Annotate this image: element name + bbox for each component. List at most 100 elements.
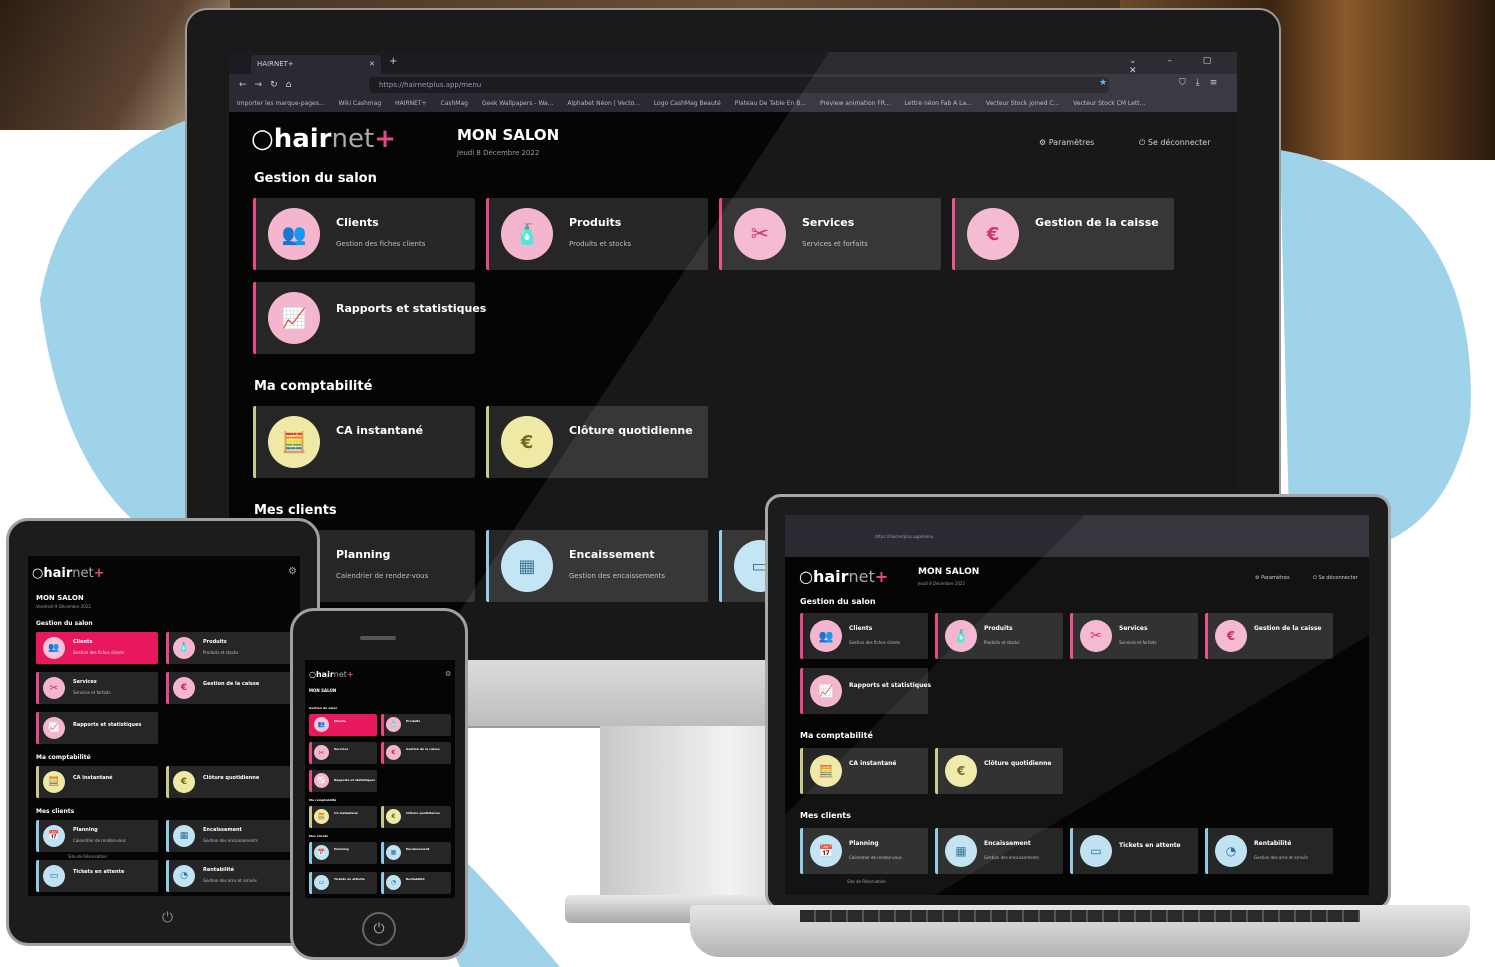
- logout-link[interactable]: ⏻ Se déconnecter: [1139, 138, 1211, 148]
- card-tickets[interactable]: ▭ Tickets en attente: [309, 872, 377, 894]
- card-cloture[interactable]: € Clôture quotidienne: [935, 748, 1063, 794]
- card-clients[interactable]: 👥 Clients Gestion des fiches clients: [253, 198, 475, 270]
- nav-icons[interactable]: ←→↻⌂: [239, 80, 299, 90]
- gear-icon[interactable]: ⚙: [445, 670, 451, 678]
- url-input[interactable]: https://hairnetplus.app/menu: [369, 77, 1109, 93]
- phone-screen: ○hairnet+ ⚙ MON SALON Gestion du salon 👥…: [305, 660, 455, 898]
- card-rapports[interactable]: 📈 Rapports et statistiques: [36, 712, 158, 744]
- bookmark-item[interactable]: Vecteur Stock CM Lett...: [1073, 100, 1145, 107]
- card-desc: Produits et stocks: [203, 650, 239, 655]
- card-title: Planning: [334, 847, 349, 851]
- logout-link[interactable]: ⏻ Se déconnecter: [1313, 575, 1358, 581]
- card-rapports[interactable]: 📈 Rapports et statistiques: [253, 282, 486, 354]
- card-rapports[interactable]: 📈 Rapports et statistiques: [309, 770, 377, 792]
- bookmark-item[interactable]: Wiki Cashmag: [338, 100, 381, 107]
- card-caisse[interactable]: € Gestion de la caisse: [1205, 613, 1333, 659]
- phone-speaker: [360, 636, 396, 640]
- card-services[interactable]: ✂ Services Services et forfaits: [719, 198, 941, 270]
- bookmark-item[interactable]: HAIRNET+: [395, 100, 427, 107]
- bookmark-item[interactable]: Preview animation FR...: [820, 100, 890, 107]
- card-planning[interactable]: 📅 Planning Calendrier de rendez-vous: [800, 828, 928, 874]
- toolbar-icons[interactable]: ⛉⤓≡: [1179, 78, 1227, 88]
- card-title: Gestion de la caisse: [203, 681, 260, 687]
- logout-label: Se déconnecter: [1318, 575, 1358, 581]
- card-encaissement[interactable]: ▦ Encaissement Gestion des encaissements: [486, 530, 708, 602]
- chart-icon: 📈: [810, 675, 842, 707]
- card-rentabilite[interactable]: ◔ Rentabilité Gestion des arns et arrivé…: [166, 860, 292, 892]
- logo-plus: +: [93, 566, 105, 581]
- settings-link[interactable]: ⚙ Paramètres: [1039, 138, 1094, 147]
- card-title: Clôture quotidienne: [569, 424, 693, 437]
- card-ca-instantane[interactable]: 🧮 CA instantané: [253, 406, 475, 478]
- card-clients[interactable]: 👥 Clients Gestion des fiches clients: [36, 632, 158, 664]
- card-encaissement[interactable]: ▦ Encaissement: [381, 842, 451, 864]
- card-clients[interactable]: 👥 Clients: [309, 714, 377, 736]
- url-input[interactable]: https://hairnetplus.app/menu: [875, 534, 933, 539]
- card-cloture[interactable]: € Clôture quotidienne: [486, 406, 708, 478]
- card-title: Services: [1119, 625, 1148, 632]
- card-encaissement[interactable]: ▦ Encaissement Gestion des encaissements: [935, 828, 1063, 874]
- settings-link[interactable]: ⚙ Paramètres: [1255, 575, 1290, 581]
- card-services[interactable]: ✂ Services Services et forfaits: [36, 672, 158, 704]
- logo-bold: hair: [43, 566, 73, 581]
- gear-icon[interactable]: ⚙: [288, 566, 297, 577]
- section-title-clients: Mes clients: [800, 811, 851, 820]
- tablet-home-button[interactable]: ⏻: [162, 910, 173, 926]
- app-logo[interactable]: ○hairnet+: [32, 566, 105, 581]
- bookmark-item[interactable]: Lettre néon Fab A La...: [904, 100, 972, 107]
- bookmark-item[interactable]: CashMag: [441, 100, 468, 107]
- window-controls[interactable]: ⌄ – ▢ ✕: [1129, 56, 1237, 76]
- browser-tab[interactable]: HAIRNET+ ✕: [251, 55, 381, 74]
- card-services[interactable]: ✂ Services: [309, 742, 377, 764]
- site-reservation-link[interactable]: Site de Réservation: [847, 879, 886, 884]
- app-logo[interactable]: ○hairnet+: [309, 670, 354, 679]
- card-caisse[interactable]: € Gestion de la caisse: [952, 198, 1174, 270]
- logo-thin: net: [72, 566, 94, 581]
- bookmark-item[interactable]: Logo CashMag Beauté: [654, 100, 721, 107]
- card-produits[interactable]: 🧴 Produits Produits et stocks: [166, 632, 292, 664]
- card-cloture[interactable]: € Clôture quotidienne: [166, 766, 292, 798]
- section-title-salon: Gestion du salon: [800, 597, 876, 606]
- close-icon[interactable]: ✕: [369, 60, 375, 68]
- card-caisse[interactable]: € Gestion de la caisse: [166, 672, 292, 704]
- card-title: Encaissement: [203, 827, 242, 833]
- card-desc: Gestion des arns et arrivés: [1254, 855, 1308, 860]
- browser-tabbar: HAIRNET+ ✕ + ⌄ – ▢ ✕: [229, 52, 1237, 76]
- bookmark-item[interactable]: Alphabet Néon | Vecto...: [567, 100, 640, 107]
- card-tickets[interactable]: ▭ Tickets en attente: [36, 860, 158, 892]
- card-produits[interactable]: 🧴 Produits: [381, 714, 451, 736]
- chart-icon: 📈: [314, 773, 329, 788]
- card-rentabilite[interactable]: ◔ Rentabilité Gestion des arns et arrivés: [1205, 828, 1333, 874]
- card-planning[interactable]: 📅 Planning Calendrier de rendez-vous: [36, 820, 158, 852]
- settings-label: Paramètres: [1048, 138, 1095, 147]
- card-services[interactable]: ✂ Services Services et forfaits: [1070, 613, 1198, 659]
- card-tickets[interactable]: ▭ Tickets en attente: [1070, 828, 1198, 874]
- scissors-icon: ✂: [1080, 620, 1112, 652]
- card-rentabilite[interactable]: ◔ Rentabilité: [381, 872, 451, 894]
- card-title: Rapports et statistiques: [336, 302, 487, 315]
- card-rapports[interactable]: 📈 Rapports et statistiques: [800, 668, 931, 714]
- card-caisse[interactable]: € Gestion de la caisse: [381, 742, 451, 764]
- card-ca-instantane[interactable]: 🧮 CA instantané: [36, 766, 158, 798]
- card-produits[interactable]: 🧴 Produits Produits et stocks: [486, 198, 708, 270]
- card-planning[interactable]: 📅 Planning: [309, 842, 377, 864]
- card-title: Clients: [334, 719, 346, 723]
- card-ca-instantane[interactable]: 🧮 CA instantané: [800, 748, 928, 794]
- phone-home-button[interactable]: ⏻: [362, 912, 396, 946]
- new-tab-icon[interactable]: +: [389, 56, 397, 67]
- cash-register-icon: ▦: [501, 540, 553, 592]
- app-logo[interactable]: ○hairnet+: [799, 567, 888, 586]
- site-reservation-link[interactable]: Site de Réservation: [68, 854, 107, 859]
- card-produits[interactable]: 🧴 Produits Produits et stocks: [935, 613, 1063, 659]
- card-clients[interactable]: 👥 Clients Gestion des fiches clients: [800, 613, 928, 659]
- card-cloture[interactable]: € Clôture quotidienne: [381, 806, 451, 828]
- bookmark-item[interactable]: Vecteur Stock joined C...: [986, 100, 1060, 107]
- card-ca-instantane[interactable]: 🧮 CA instantané: [309, 806, 377, 828]
- bookmark-item[interactable]: Plateau De Table En B...: [735, 100, 806, 107]
- bookmark-item[interactable]: Geek Wallpapers - Wa...: [482, 100, 553, 107]
- bookmark-item[interactable]: Importer les marque-pages...: [237, 100, 325, 107]
- app-logo[interactable]: ○hairnet+: [251, 124, 396, 154]
- star-icon[interactable]: ★: [1099, 78, 1107, 88]
- spray-bottle-icon: 🧴: [945, 620, 977, 652]
- card-encaissement[interactable]: ▦ Encaissement Gestion des encaissements: [166, 820, 292, 852]
